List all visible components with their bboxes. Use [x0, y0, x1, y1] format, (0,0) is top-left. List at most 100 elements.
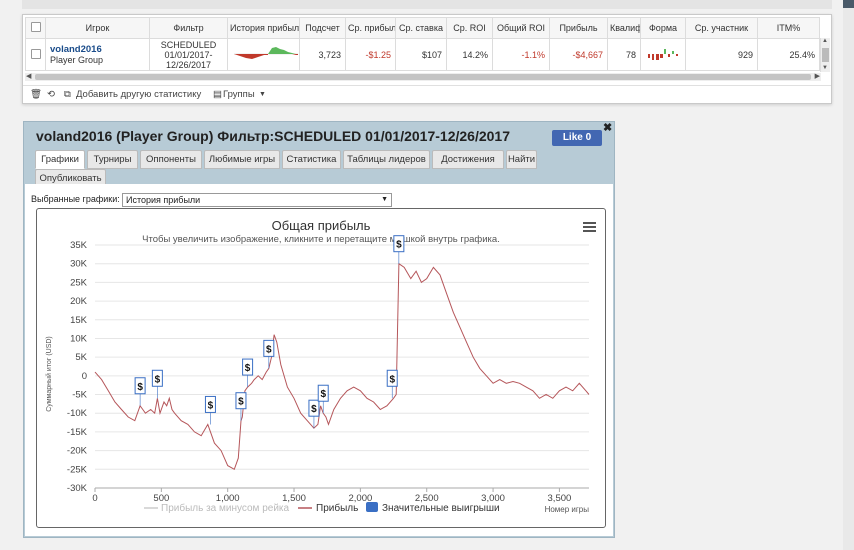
x-tick-labels: 0 500 1,000 1,500 2,000 2,500 3,000 3,500: [92, 488, 571, 504]
qualif-cell: 78: [607, 38, 641, 71]
big-win-marker: $: [204, 395, 216, 425]
series-group: [94, 262, 590, 471]
col-header[interactable]: Форма: [640, 17, 686, 39]
y-tick-label: -10K: [67, 408, 88, 419]
y-tick-label: 10K: [70, 333, 88, 344]
top-strip: [22, 0, 832, 9]
col-header[interactable]: Общий ROI: [492, 17, 550, 39]
y-tick-label: -5K: [72, 390, 87, 401]
big-win-marker: $: [263, 339, 275, 369]
stats-toolbar: 🗑 ⟲ ⧉ Добавить другую статистику ▤ Групп…: [23, 85, 831, 104]
profit-chart-svg[interactable]: Общая прибыль Чтобы увеличить изображени…: [37, 209, 605, 527]
col-header[interactable]: Ср. прибыль: [345, 17, 396, 39]
scroll-thumb[interactable]: [35, 74, 811, 80]
y-tick-label: -30K: [67, 483, 88, 494]
groups-icon[interactable]: ▤: [213, 89, 222, 100]
scroll-right-icon[interactable]: ▶: [815, 72, 820, 80]
add-stat-icon[interactable]: ⧉: [64, 89, 71, 100]
big-win-label: $: [320, 389, 326, 400]
col-header[interactable]: Ср. ставка: [395, 17, 447, 39]
big-win-markers: $$$ $$$$$$$: [134, 235, 405, 429]
itm-cell: 25.4%: [757, 38, 820, 71]
legend-item-profit[interactable]: Прибыль: [316, 502, 358, 514]
row-checkbox[interactable]: [25, 38, 46, 71]
big-win-marker: $: [393, 235, 405, 264]
trash-icon[interactable]: 🗑: [30, 89, 42, 100]
refresh-icon[interactable]: ⟲: [47, 89, 55, 100]
chevron-down-icon[interactable]: ▼: [259, 91, 266, 98]
chart-select[interactable]: История прибыли ▼: [122, 193, 392, 207]
panel-title: voland2016 (Player Group) Фильтр:SCHEDUL…: [36, 128, 510, 144]
y-tick-label: -20K: [67, 446, 88, 457]
y-tick-label: 30K: [70, 259, 88, 270]
x-tick-label: 3,500: [548, 493, 572, 504]
legend-item-big-wins[interactable]: Значительные выигрыши: [382, 503, 500, 514]
profit-history-sparkline: [227, 38, 300, 71]
col-header[interactable]: Фильтр: [149, 17, 228, 39]
y-tick-labels: 35K 30K 25K 20K 15K 10K 5K 0 -5K -10K -15K -20K -25K…: [67, 240, 88, 494]
tab-tournaments[interactable]: Турниры: [87, 150, 138, 169]
col-header[interactable]: Игрок: [45, 17, 150, 39]
y-axis-label: Суммарный итог (USD): [45, 336, 53, 412]
y-tick-label: -25K: [67, 464, 88, 475]
y-tick-label: 20K: [70, 296, 88, 307]
scroll-thumb[interactable]: [822, 48, 829, 62]
big-win-marker: $: [242, 358, 254, 388]
y-tick-label: 5K: [75, 352, 87, 363]
chart-subtitle: Чтобы увеличить изображение, кликните и …: [142, 234, 500, 245]
form-cell: [640, 38, 686, 71]
groups-button[interactable]: Группы: [223, 89, 255, 100]
col-header[interactable]: История прибыли: [227, 17, 300, 39]
legend-item-rake[interactable]: Прибыль за минусом рейка: [161, 502, 290, 514]
tab-statistics[interactable]: Статистика: [282, 150, 341, 169]
grid-lines: [95, 244, 589, 489]
tab-opponents[interactable]: Оппоненты: [140, 150, 202, 169]
sparkline: [234, 46, 298, 59]
player-cell: voland2016 Player Group: [45, 38, 150, 71]
scroll-up-icon[interactable]: ▲: [822, 38, 828, 44]
count-cell: 3,723: [299, 38, 346, 71]
tab-find[interactable]: Найти: [506, 150, 537, 169]
table-horizontal-scrollbar[interactable]: ◀ ▶: [25, 73, 821, 81]
col-header[interactable]: Подсчет: [299, 17, 346, 39]
stats-panel: Игрок Фильтр История прибыли Подсчет Ср.…: [22, 14, 832, 104]
avg-stake-cell: $107: [395, 38, 447, 71]
selected-charts-label: Выбранные графики:: [31, 194, 120, 204]
scroll-left-icon[interactable]: ◀: [26, 72, 31, 80]
big-win-label: $: [396, 240, 402, 251]
col-header[interactable]: ITM%: [757, 17, 820, 39]
big-win-marker: $: [134, 377, 146, 406]
profit-chart[interactable]: Общая прибыль Чтобы увеличить изображени…: [36, 208, 606, 528]
big-win-marker: $: [235, 392, 247, 421]
col-header[interactable]: Ср. ROI: [446, 17, 493, 39]
close-icon[interactable]: ✖: [603, 121, 612, 134]
page-scrollbar-cap: [843, 0, 854, 8]
chevron-down-icon: ▼: [381, 196, 388, 203]
y-tick-label: 35K: [70, 240, 88, 251]
add-stat-button[interactable]: Добавить другую статистику: [76, 89, 201, 100]
form-bars: [648, 48, 678, 60]
facebook-like-button[interactable]: Like 0: [552, 130, 602, 146]
player-name-link[interactable]: voland2016: [50, 44, 145, 55]
y-tick-label: 15K: [70, 315, 88, 326]
legend: Прибыль за минусом рейка Прибыль Значите…: [144, 502, 500, 514]
big-win-label: $: [311, 404, 317, 415]
page-scrollbar[interactable]: [843, 0, 854, 550]
menu-icon[interactable]: [583, 222, 596, 232]
stats-header-row: Игрок Фильтр История прибыли Подсчет Ср.…: [25, 17, 820, 39]
avg-roi-cell: 14.2%: [446, 38, 493, 71]
filter-line: 12/26/2017: [165, 59, 212, 70]
tab-achievements[interactable]: Достижения: [432, 150, 504, 169]
table-vertical-scrollbar[interactable]: ▲ ▼: [820, 38, 830, 72]
scroll-down-icon[interactable]: ▼: [822, 65, 828, 71]
total-roi-cell: -1.1%: [492, 38, 550, 71]
chart-select-value: История прибыли: [126, 195, 201, 205]
tab-leaderboards[interactable]: Таблицы лидеров: [343, 150, 430, 169]
col-header[interactable]: Квалиф.: [607, 17, 641, 39]
select-all-checkbox[interactable]: [25, 17, 46, 39]
col-header[interactable]: Прибыль: [549, 17, 608, 39]
big-win-label: $: [238, 397, 244, 408]
col-header[interactable]: Ср. участник: [685, 17, 758, 39]
tab-charts[interactable]: Графики: [35, 150, 85, 169]
tab-favorite-games[interactable]: Любимые игры: [204, 150, 280, 169]
